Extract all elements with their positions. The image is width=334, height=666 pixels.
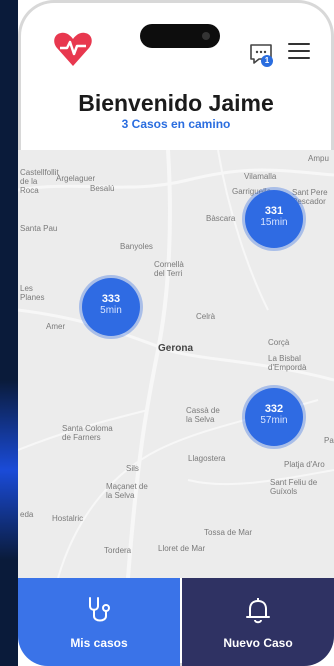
heart-pulse-icon[interactable] xyxy=(52,28,94,70)
phone-notch xyxy=(140,24,220,48)
map-label: Platja d'Aro xyxy=(284,460,325,469)
map-label-city: Gerona xyxy=(158,343,194,354)
map-label: Pa xyxy=(324,436,334,445)
map-label: Argelaguer xyxy=(56,174,96,183)
notification-badge: 1 xyxy=(261,55,273,67)
map-label: Tordera xyxy=(104,546,132,555)
map-label: Celrà xyxy=(196,312,216,321)
map-label: Santa Coloma de Farners xyxy=(62,424,113,442)
map-label: Vilamalla xyxy=(244,172,277,181)
map-label: Banyoles xyxy=(120,242,153,251)
map-label: Cornellà del Terri xyxy=(154,260,184,278)
nuevo-caso-label: Nuevo Caso xyxy=(223,636,293,650)
camera-dot xyxy=(202,32,210,40)
map-label: Besalú xyxy=(90,184,115,193)
map-label: Lloret de Mar xyxy=(158,544,206,553)
page-title: Bienvenido Jaime xyxy=(78,90,274,116)
map-label: Tossa de Mar xyxy=(204,528,253,537)
map-label: Sant Feliu de Guíxols xyxy=(270,478,318,496)
map-label: La Bisbal d'Empordà xyxy=(268,354,307,372)
map-label: Castellfollit de la Roca xyxy=(20,168,59,195)
cluster-id: 333 xyxy=(101,293,121,305)
case-cluster-332[interactable]: 332 57min xyxy=(245,388,303,446)
map-label: Sils xyxy=(126,464,139,473)
cluster-eta: 15min xyxy=(260,217,288,228)
case-cluster-333[interactable]: 333 5min xyxy=(82,278,140,336)
phone-screen: 1 Bienvenido Jaime 3 Casos en camino Amp… xyxy=(18,0,334,666)
map-label: Cassà de la Selva xyxy=(186,406,220,424)
map-label: Santa Pau xyxy=(20,224,58,233)
background-left xyxy=(0,0,18,666)
background-glow xyxy=(0,380,18,560)
mis-casos-button[interactable]: Mis casos xyxy=(18,578,180,666)
nuevo-caso-button[interactable]: Nuevo Caso xyxy=(182,578,334,666)
stethoscope-icon xyxy=(89,597,110,622)
cluster-id: 331 xyxy=(264,205,284,217)
map-label: Hostalric xyxy=(52,514,84,523)
map-view[interactable]: Ampu Vilamalla Garriguella Sant Pere Pes… xyxy=(18,150,334,578)
map-label: Les Planes xyxy=(20,284,45,302)
cluster-eta: 5min xyxy=(100,305,122,316)
map-label: Ampu xyxy=(308,154,329,163)
map-label: Amer xyxy=(46,322,66,331)
cases-subtitle: 3 Casos en camino xyxy=(121,117,231,131)
bottom-nav: Mis casos Nuevo Caso xyxy=(18,578,334,666)
case-cluster-331[interactable]: 331 15min xyxy=(245,190,303,248)
map-label: Bàscara xyxy=(206,214,236,223)
mis-casos-label: Mis casos xyxy=(70,636,128,650)
cluster-eta: 57min xyxy=(260,415,288,426)
map-label: eda xyxy=(20,510,34,519)
map-label: Llagostera xyxy=(188,454,226,463)
map-label: Corçà xyxy=(268,338,290,347)
cluster-id: 332 xyxy=(264,403,284,415)
map-label: Maçanet de la Selva xyxy=(106,482,148,500)
hamburger-menu-icon[interactable] xyxy=(288,42,310,60)
bell-icon xyxy=(246,598,270,624)
